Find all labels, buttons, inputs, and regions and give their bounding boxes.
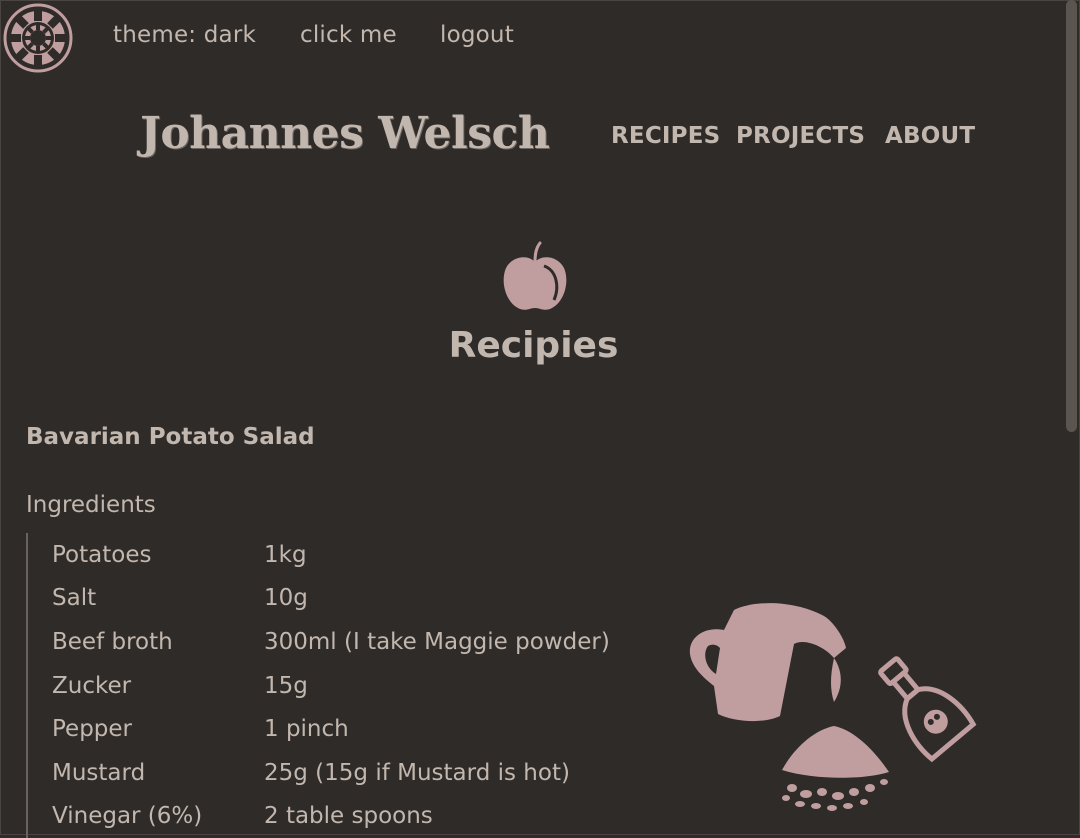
recipe-title: Bavarian Potato Salad xyxy=(26,424,315,450)
ingredients-label: Ingredients xyxy=(26,492,156,518)
ingredient-name: Mustard xyxy=(52,759,146,786)
section-heading: Recipies xyxy=(448,325,619,366)
ingredient-name: Zucker xyxy=(52,672,132,699)
nav-recipes[interactable]: RECIPES xyxy=(611,123,720,149)
apple-icon xyxy=(503,241,567,310)
ingredient-name: Beef broth xyxy=(52,628,173,655)
ingredient-row: Vinegar (6%) 2 table spoons xyxy=(52,795,692,838)
ingredient-name: Vinegar (6%) xyxy=(52,803,203,830)
top-bar: theme: dark click me logout xyxy=(0,0,1060,76)
ingredient-name: Pepper xyxy=(52,716,133,743)
ingredient-row: Pepper 1 pinch xyxy=(52,707,692,751)
ingredient-amount: 300ml (I take Maggie powder) xyxy=(264,628,610,655)
theme-toggle-link[interactable]: theme: dark xyxy=(113,22,256,48)
click-me-link[interactable]: click me xyxy=(300,22,397,48)
site-title[interactable]: Johannes Welsch xyxy=(140,108,550,159)
ingredient-row: Beef broth 300ml (I take Maggie powder) xyxy=(52,620,692,664)
pitcher-and-bottle-illustration xyxy=(689,603,977,811)
nav-projects[interactable]: PROJECTS xyxy=(736,123,865,149)
ingredient-name: Potatoes xyxy=(52,541,152,568)
ingredient-row: Salt 10g xyxy=(52,577,692,621)
ingredient-row: Mustard 25g (15g if Mustard is hot) xyxy=(52,751,692,795)
ingredient-amount: 2 table spoons xyxy=(264,803,433,830)
ingredient-row: Potatoes 1kg xyxy=(52,533,692,577)
ingredient-list: Potatoes 1kg Salt 10g Beef broth 300ml (… xyxy=(26,533,692,838)
nav-about[interactable]: ABOUT xyxy=(885,123,975,149)
ingredient-amount: 15g xyxy=(264,672,308,699)
gear-icon[interactable] xyxy=(3,3,73,73)
logout-link[interactable]: logout xyxy=(440,22,514,48)
scrollbar-thumb[interactable] xyxy=(1066,0,1077,432)
ingredient-amount: 1kg xyxy=(264,541,307,568)
ingredient-row: Zucker 15g xyxy=(52,664,692,708)
ingredient-amount: 25g (15g if Mustard is hot) xyxy=(264,759,570,786)
ingredient-amount: 1 pinch xyxy=(264,716,349,743)
ingredient-name: Salt xyxy=(52,585,97,612)
ingredient-amount: 10g xyxy=(264,585,308,612)
scrollbar[interactable] xyxy=(1066,0,1077,833)
